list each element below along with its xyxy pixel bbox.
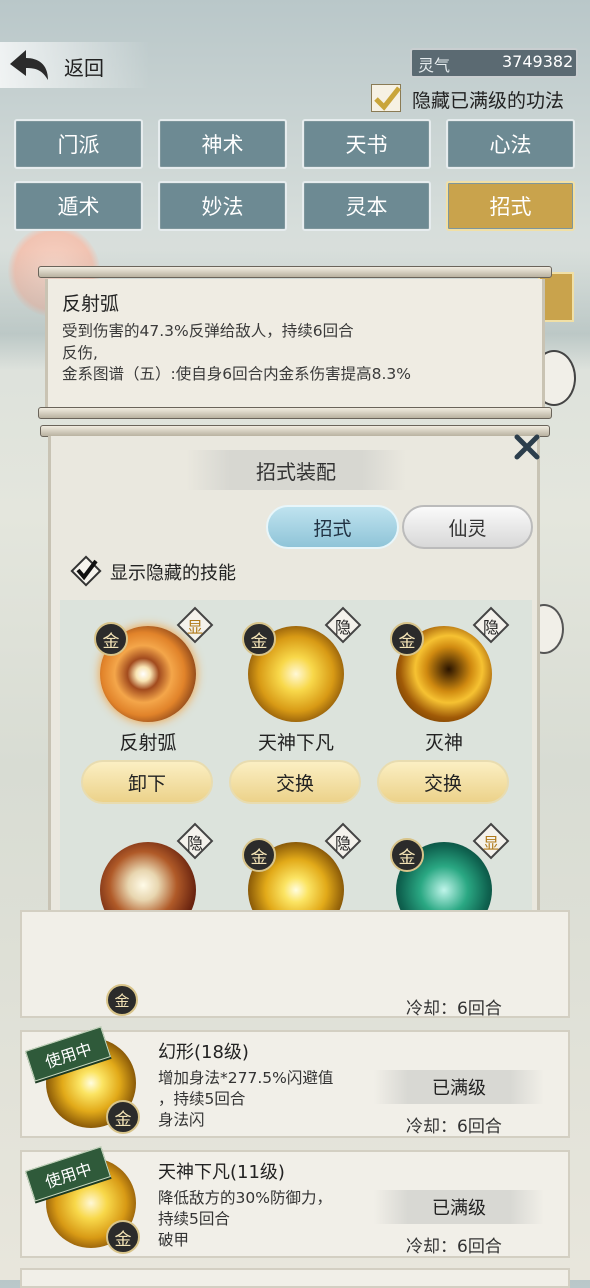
metal-element-badge: 金 [106,1100,140,1134]
metal-element-badge: 金 [106,1220,140,1254]
close-icon[interactable] [512,432,542,462]
status-label: 已满级 [374,1070,544,1104]
cooldown-text: 冷却：6回合 [406,1237,502,1257]
visibility-badge-label: 隐 [482,618,499,637]
list-item[interactable] [20,1268,570,1288]
tab-category[interactable]: 妙法 [158,181,287,231]
tab-category[interactable]: 灵本 [302,181,431,231]
row-description: ，持续5回合 [158,1090,246,1108]
tab-category[interactable]: 心法 [446,119,575,169]
tooltip-line: 受到伤害的47.3%反弹给敌人，持续6回合 [62,322,354,340]
metal-element-badge: 金 [242,838,276,872]
skill-tooltip [45,279,545,409]
tab-category[interactable]: 神术 [158,119,287,169]
currency-value: 3749382 [502,52,574,71]
skill-name: 反射弧 [119,732,177,754]
skill-name: 灭神 [424,732,463,754]
cooldown-text: 冷却：6回合 [406,999,502,1019]
tab-category[interactable]: 天书 [302,119,431,169]
show-hidden-checkbox[interactable] [68,553,104,589]
visibility-badge-label: 隐 [186,834,203,853]
visibility-badge-label: 显 [186,618,203,637]
visibility-badge-label: 隐 [334,618,351,637]
metal-element-badge: 金 [390,622,424,656]
skill-name: 天神下凡 [257,732,334,754]
tab-moves[interactable]: 招式 [266,505,399,549]
tab-category[interactable]: 遁术 [14,181,143,231]
swap-button[interactable]: 交换 [377,760,509,804]
metal-element-badge: 金 [106,984,138,1016]
tooltip-title: 反射弧 [62,293,120,315]
tab-spirits[interactable]: 仙灵 [402,505,533,549]
visibility-badge-label: 显 [482,834,499,853]
currency-label: 灵气 [418,56,451,75]
cooldown-text: 冷却：6回合 [406,1117,502,1137]
checkmark-icon [374,86,401,111]
unequip-button[interactable]: 卸下 [81,760,213,804]
row-description: 持续5回合 [158,1210,230,1228]
swap-button[interactable]: 交换 [229,760,361,804]
tooltip-line: 金系图谱（五）:使自身6回合内金系伤害提高8.3% [62,365,411,383]
visibility-badge-label: 隐 [334,834,351,853]
metal-element-badge: 金 [242,622,276,656]
dialog-title: 招式装配 [256,460,336,484]
hide-maxed-label[interactable]: 隐藏已满级的功法 [412,86,564,113]
back-label[interactable]: 返回 [64,52,104,81]
show-hidden-label[interactable]: 显示隐藏的技能 [110,559,236,585]
tooltip-bottom-rod [38,407,552,419]
row-title: 幻形(18级) [158,1042,249,1063]
row-description: 增加身法*277.5%闪避值 [158,1069,334,1087]
status-label: 已满级 [374,1190,544,1224]
row-title: 天神下凡(11级) [158,1162,285,1183]
tooltip-top-rod [38,266,552,278]
row-description: 身法闪 [158,1111,205,1129]
back-arrow-icon[interactable] [6,46,52,86]
metal-element-badge: 金 [390,838,424,872]
tooltip-line: 反伤, [62,344,98,362]
tab-category[interactable]: 门派 [14,119,143,169]
metal-element-badge: 金 [94,622,128,656]
row-description: 降低敌方的30%防御力， [158,1189,332,1207]
row-description: 破甲 [158,1231,190,1249]
tab-category[interactable]: 招式 [446,181,575,231]
hide-maxed-checkbox[interactable] [371,84,401,112]
